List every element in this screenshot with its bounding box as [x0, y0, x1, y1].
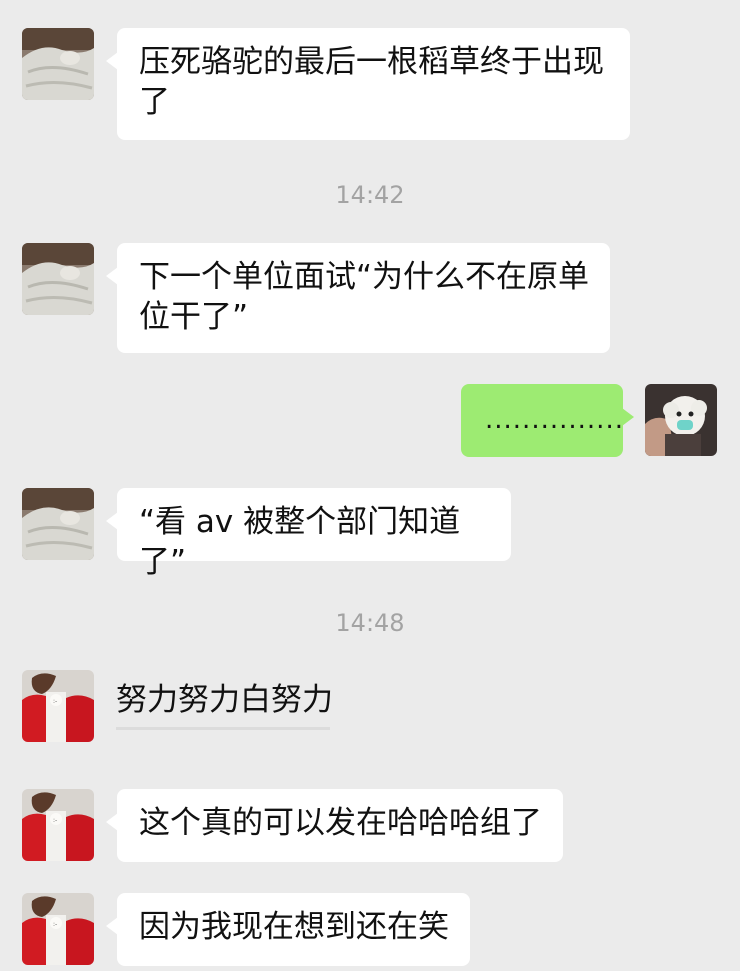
message-text: 这个真的可以发在哈哈哈组了	[139, 805, 542, 841]
contact-avatar-blanket[interactable]	[22, 243, 94, 315]
contact-avatar-red-sweater[interactable]: :-	[22, 670, 94, 742]
message-text: 因为我现在想到还在笑	[139, 909, 449, 945]
message-text: 压死骆驼的最后一根稻草终于出现了	[139, 44, 604, 120]
red-sweater-avatar-image: :-	[22, 893, 94, 965]
message-underline	[116, 727, 330, 730]
timestamp: 14:48	[335, 609, 405, 637]
timestamp: 14:42	[335, 181, 405, 209]
puppy-mask-avatar-image	[645, 384, 717, 456]
svg-text::-: :-	[53, 921, 57, 928]
contact-avatar-blanket[interactable]	[22, 28, 94, 100]
blanket-avatar-image	[22, 28, 94, 100]
my-avatar[interactable]	[645, 384, 717, 456]
message-text: 下一个单位面试“为什么不在原单位干了”	[139, 259, 590, 335]
red-sweater-avatar-image: :-	[22, 789, 94, 861]
blanket-avatar-image	[22, 243, 94, 315]
message-text: ...............	[485, 405, 624, 435]
message-bubble[interactable]: 下一个单位面试“为什么不在原单位干了”	[106, 243, 610, 353]
contact-avatar-red-sweater[interactable]: :-	[22, 789, 94, 861]
message-bubble[interactable]: 压死骆驼的最后一根稻草终于出现了	[106, 28, 630, 140]
contact-avatar-blanket[interactable]	[22, 488, 94, 560]
contact-avatar-red-sweater[interactable]: :-	[22, 893, 94, 965]
message-bubble[interactable]: 这个真的可以发在哈哈哈组了	[106, 789, 563, 862]
message-text-plain[interactable]: 努力努力白努力	[116, 672, 356, 732]
svg-text::-: :-	[53, 698, 57, 705]
blanket-avatar-image	[22, 488, 94, 560]
outgoing-message-bubble[interactable]: ...............	[461, 384, 634, 457]
red-sweater-avatar-image: :-	[22, 670, 94, 742]
message-text: 努力努力白努力	[116, 682, 333, 718]
message-bubble[interactable]: 因为我现在想到还在笑	[106, 893, 470, 966]
message-bubble[interactable]: “看 av 被整个部门知道了”	[106, 488, 511, 580]
message-text: “看 av 被整个部门知道了”	[139, 504, 461, 580]
chat-conversation: 压死骆驼的最后一根稻草终于出现了 14:42 下一个单位面试“为什么不在原单位干…	[0, 0, 740, 971]
svg-text::-: :-	[53, 817, 57, 824]
